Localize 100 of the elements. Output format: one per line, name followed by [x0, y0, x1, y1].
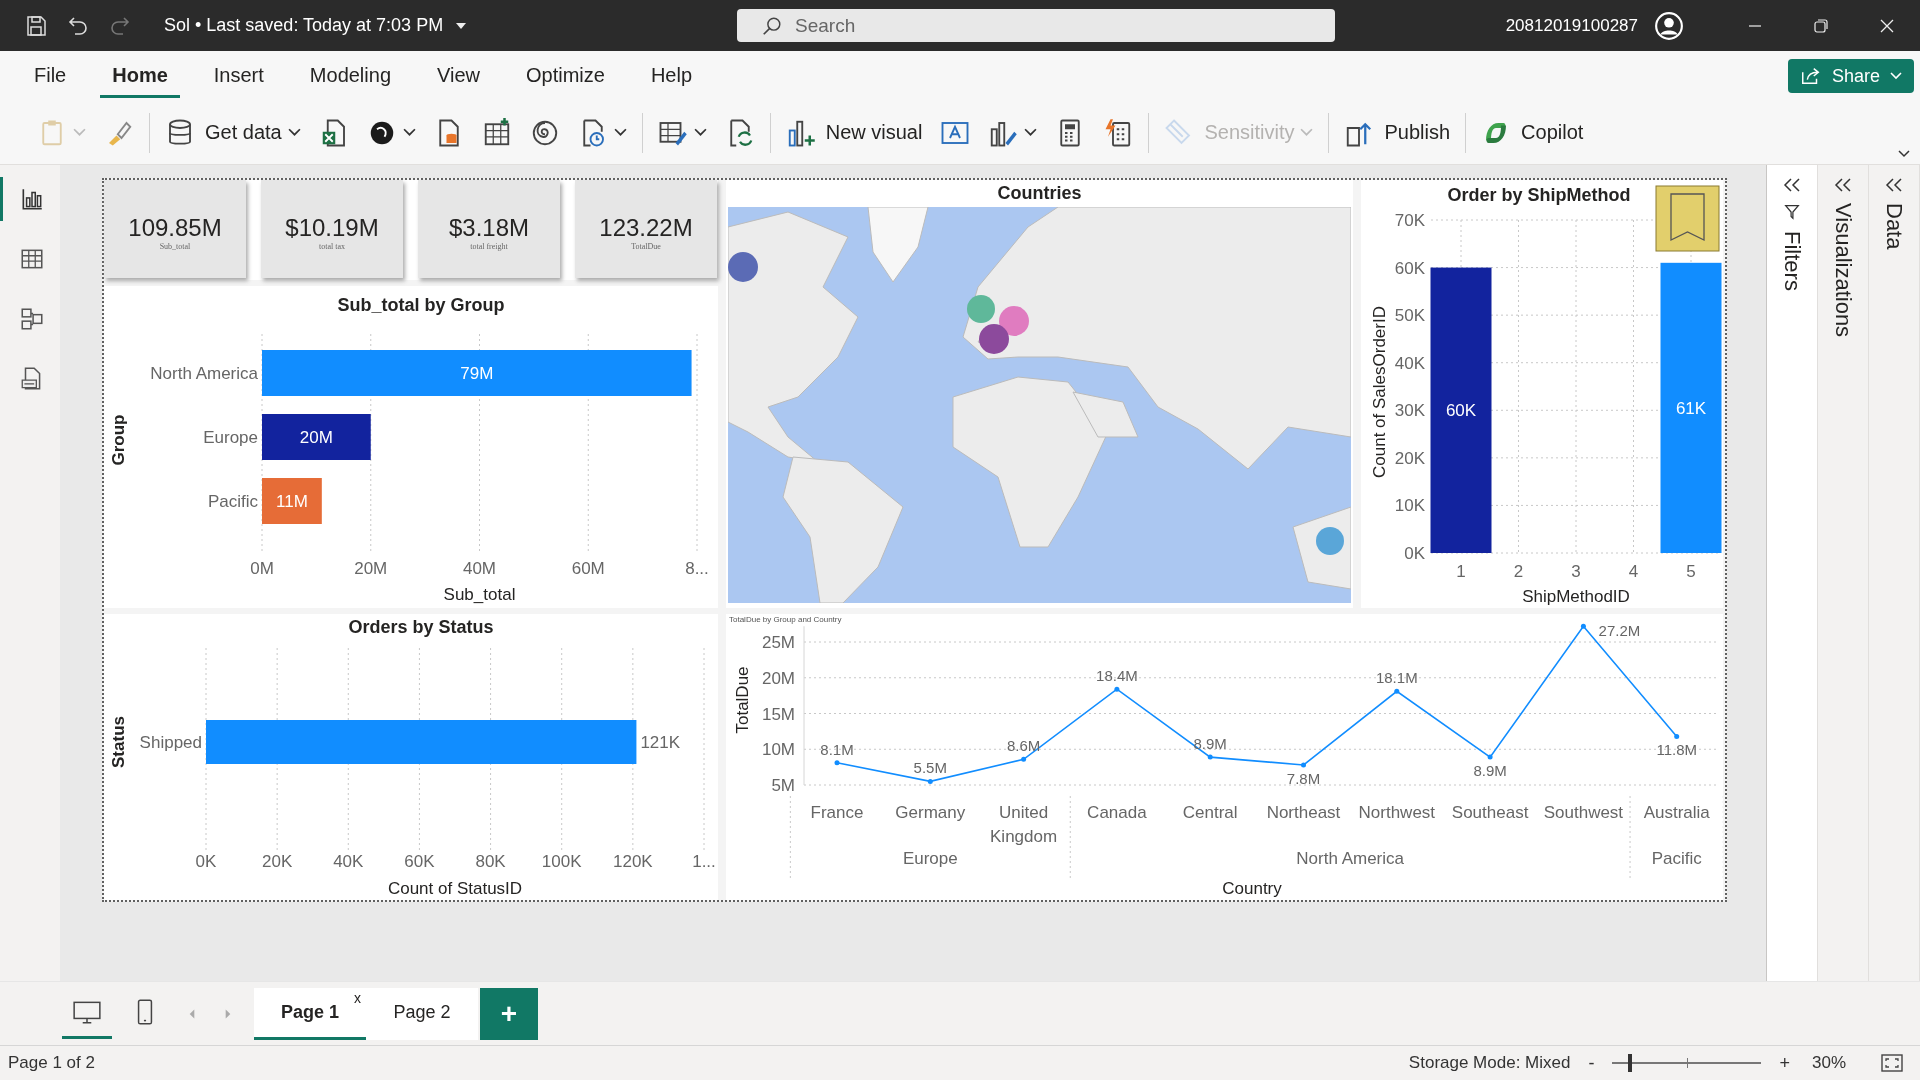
menu-tab[interactable]: Modeling: [297, 54, 403, 98]
search-icon: [761, 15, 783, 37]
data-label: 11.8M: [1656, 741, 1697, 759]
bookmark-icon[interactable]: [1655, 185, 1720, 252]
search-field[interactable]: Search: [737, 9, 1335, 42]
axis-tick-label: 80K: [475, 852, 506, 871]
share-icon: [1799, 65, 1822, 87]
axis-tick-label: 20M: [761, 668, 795, 688]
axis-title: Group: [109, 414, 128, 466]
caret-icon: [613, 128, 627, 137]
chart-title: Sub_total by Group: [337, 295, 505, 315]
kpi-value: 123.22M: [599, 213, 693, 242]
data-point: [834, 760, 840, 766]
menu-tab[interactable]: Help: [638, 54, 705, 98]
kpi-label: total freight: [470, 241, 508, 251]
double-chevron-icon[interactable]: [1782, 177, 1802, 193]
data-label: 7.8M: [1286, 770, 1321, 787]
caret-icon[interactable]: [455, 21, 468, 30]
avatar-icon[interactable]: [1654, 10, 1684, 41]
axis-tick-label: 60K: [1394, 258, 1425, 278]
ribbon-button[interactable]: Copilot: [1472, 111, 1593, 154]
model-icon: [18, 306, 45, 332]
data-label: 27.2M: [1598, 622, 1641, 640]
close-icon[interactable]: x: [354, 989, 361, 1006]
slider-thumb[interactable]: [1628, 1054, 1633, 1072]
category-label: Germany: [895, 803, 966, 822]
pane-tab[interactable]: Filters: [1779, 231, 1805, 291]
share-button[interactable]: Share: [1787, 59, 1914, 93]
category-label: United Kingdom: [990, 803, 1058, 846]
page-tab[interactable]: Page 1 x: [254, 987, 366, 1040]
category-label: Australia: [1643, 803, 1710, 822]
pane-tab[interactable]: Data: [1881, 203, 1907, 250]
category-label: 1: [1456, 562, 1466, 581]
axis-tick-label: 0M: [250, 559, 274, 578]
category-label: Europe: [203, 428, 258, 447]
category-label: Southeast: [1451, 803, 1529, 822]
axis-tick-label: 60M: [571, 559, 605, 578]
axis-title: Sub_total: [443, 585, 516, 604]
restore-icon[interactable]: [1813, 17, 1829, 34]
data-point: [927, 778, 933, 784]
ribbon-button[interactable]: New visual: [776, 111, 932, 154]
axis-tick-label: 40K: [1394, 353, 1425, 373]
menu-tab[interactable]: Home: [100, 54, 180, 98]
category-label: 5: [1686, 562, 1696, 581]
axis-title: Count of SalesOrderID: [1370, 306, 1389, 478]
category-label: 3: [1571, 562, 1581, 581]
menu-tab[interactable]: Insert: [201, 54, 276, 98]
chart-title: Order by ShipMethod: [1447, 185, 1631, 205]
fit-to-page-icon[interactable]: [1880, 1053, 1904, 1073]
axis-title: ShipMethodID: [1522, 587, 1630, 606]
funnel-icon: [1783, 203, 1801, 221]
zoom-reading: 30%: [1811, 1053, 1846, 1073]
axis-tick-label: 50K: [1394, 306, 1425, 326]
category-label: Northeast: [1266, 803, 1341, 822]
data-label: 11M: [276, 492, 308, 511]
category-label: Northwest: [1358, 803, 1436, 822]
add-page-button[interactable]: +: [480, 987, 538, 1040]
category-label: Shipped: [139, 733, 202, 752]
document-title: Sol • Last saved: Today at 7:03 PM: [164, 15, 444, 36]
chart-title: TotalDue by Group and Country: [729, 615, 842, 624]
axis-tick-label: 40M: [462, 559, 497, 578]
group-label: North America: [1296, 849, 1404, 868]
caret-icon: [1890, 72, 1902, 80]
axis-tick-label: 100K: [541, 852, 582, 871]
data-label: 121K: [640, 733, 681, 752]
zoom-out-button[interactable]: -: [1584, 1052, 1599, 1074]
axis-title: TotalDue: [733, 666, 752, 734]
axis-title: Count of StatusID: [387, 879, 523, 898]
axis-title: Status: [109, 716, 128, 768]
double-chevron-icon[interactable]: [1884, 177, 1904, 193]
kpi-label: Sub_total: [159, 241, 191, 251]
menu-tab[interactable]: File: [22, 54, 79, 98]
group-label: Europe: [902, 849, 958, 868]
data-point: [1301, 762, 1306, 768]
storage-mode: Storage Mode: Mixed: [1408, 1053, 1571, 1073]
axis-tick-label: 8...: [685, 559, 709, 578]
axis-tick-label: 5M: [771, 776, 795, 795]
pane-tab[interactable]: Visualizations: [1830, 203, 1856, 338]
axis-tick-label: 10M: [761, 740, 795, 760]
chart-title: Countries: [997, 182, 1082, 205]
data-label: 20M: [299, 428, 333, 447]
save-icon[interactable]: [24, 13, 48, 38]
data-label: 79M: [460, 364, 494, 383]
zoom-in-button[interactable]: +: [1775, 1052, 1794, 1074]
data-label: 8.6M: [1006, 737, 1041, 755]
chevron-down-icon[interactable]: [1898, 150, 1910, 158]
ribbon-button[interactable]: Publish: [1335, 111, 1460, 154]
axis-tick-label: 20M: [354, 559, 388, 578]
data-point: [1114, 686, 1120, 692]
category-label: North America: [150, 364, 258, 383]
kpi-value: $10.19M: [285, 213, 379, 242]
axis-tick-label: 15M: [761, 704, 795, 724]
menu-tab[interactable]: Optimize: [514, 54, 617, 98]
axis-tick-label: 10K: [1394, 496, 1425, 516]
double-chevron-icon[interactable]: [1833, 177, 1853, 193]
close-icon[interactable]: [1879, 17, 1895, 34]
ribbon-button[interactable]: Get data: [156, 111, 310, 154]
data-point: [1487, 754, 1493, 760]
page-tab[interactable]: Page 2: [366, 987, 478, 1040]
menu-tab[interactable]: View: [425, 54, 492, 98]
